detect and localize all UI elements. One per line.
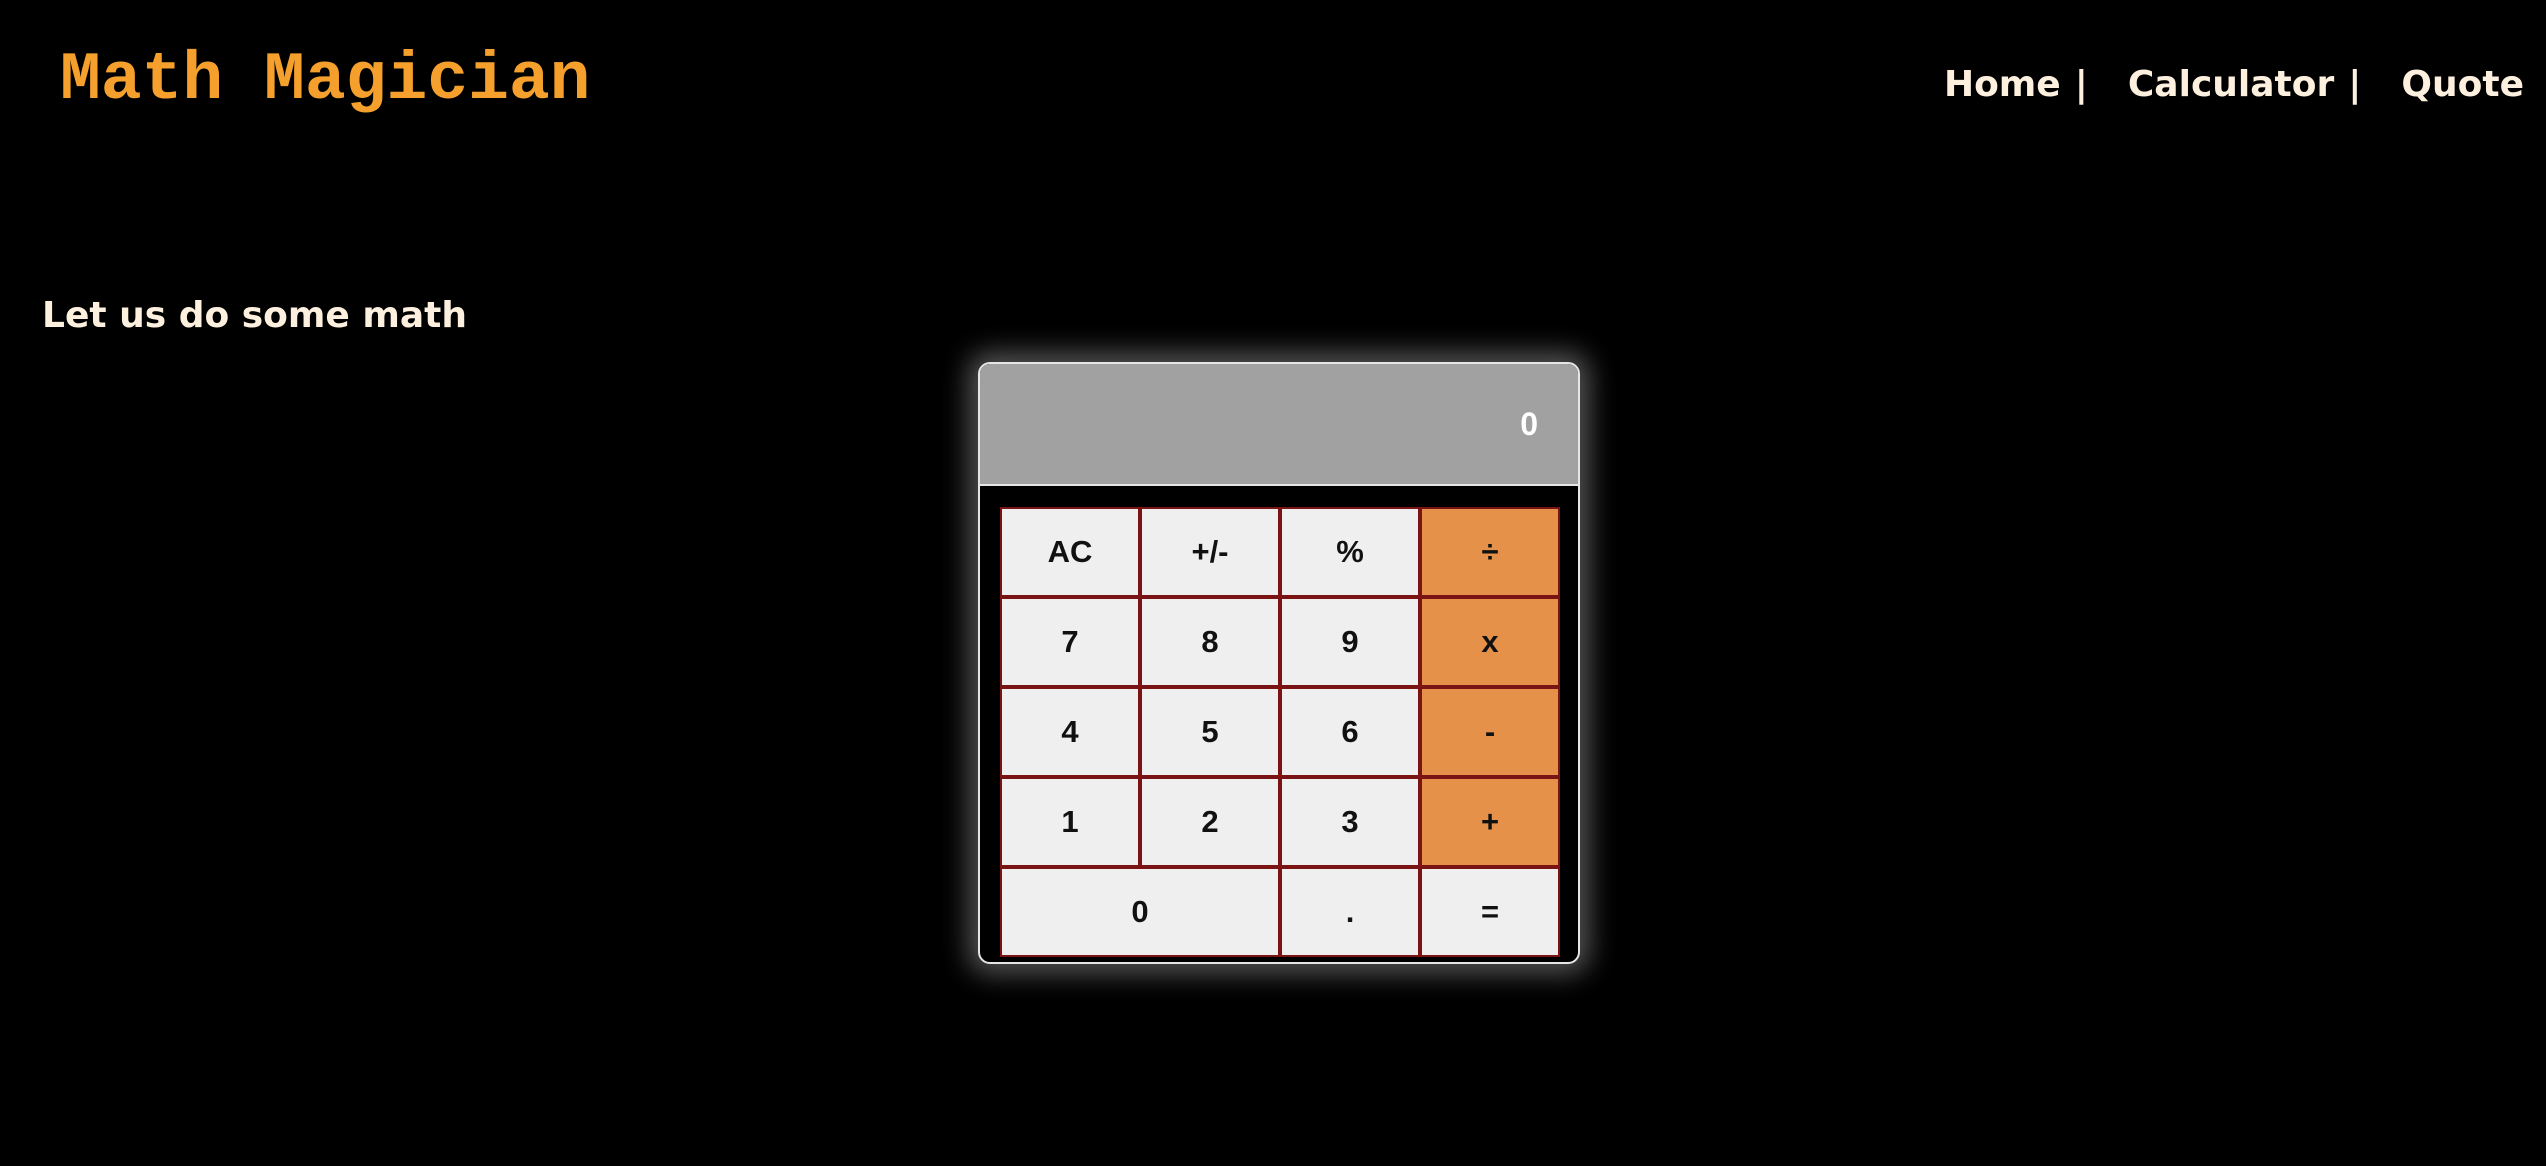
calculator-keypad: AC +/- % ÷ 7 8 9 x 4 5 6 - 1 2 3 + 0 . = (1000, 507, 1560, 957)
key-percent[interactable]: % (1280, 507, 1420, 597)
nav-link-home[interactable]: Home | (1944, 58, 2088, 112)
nav-separator: | (2348, 64, 2362, 105)
key-5[interactable]: 5 (1140, 687, 1280, 777)
nav-link-calculator[interactable]: Calculator | (2128, 58, 2362, 112)
nav-link-quote[interactable]: Quote (2401, 58, 2524, 112)
key-decimal[interactable]: . (1280, 867, 1420, 957)
calculator: 0 AC +/- % ÷ 7 8 9 x 4 5 6 - 1 2 3 + 0 .… (978, 362, 1580, 964)
page-heading: Let us do some math (42, 295, 467, 336)
nav-link-quote-label: Quote (2401, 64, 2524, 105)
key-0[interactable]: 0 (1000, 867, 1280, 957)
site-logo: Math Magician (60, 42, 591, 119)
key-9[interactable]: 9 (1280, 597, 1420, 687)
key-multiply[interactable]: x (1420, 597, 1560, 687)
key-6[interactable]: 6 (1280, 687, 1420, 777)
key-2[interactable]: 2 (1140, 777, 1280, 867)
main-nav: Home | Calculator | Quote (1944, 58, 2524, 112)
key-subtract[interactable]: - (1420, 687, 1560, 777)
nav-link-home-label: Home (1943, 64, 2061, 105)
key-8[interactable]: 8 (1140, 597, 1280, 687)
calculator-display: 0 (980, 364, 1578, 486)
key-7[interactable]: 7 (1000, 597, 1140, 687)
key-toggle-sign[interactable]: +/- (1140, 507, 1280, 597)
key-clear[interactable]: AC (1000, 507, 1140, 597)
key-4[interactable]: 4 (1000, 687, 1140, 777)
nav-link-calculator-label: Calculator (2127, 64, 2335, 105)
key-equals[interactable]: = (1420, 867, 1560, 957)
key-3[interactable]: 3 (1280, 777, 1420, 867)
nav-separator: | (2074, 64, 2088, 105)
key-add[interactable]: + (1420, 777, 1560, 867)
key-1[interactable]: 1 (1000, 777, 1140, 867)
key-divide[interactable]: ÷ (1420, 507, 1560, 597)
display-value: 0 (1520, 405, 1538, 442)
